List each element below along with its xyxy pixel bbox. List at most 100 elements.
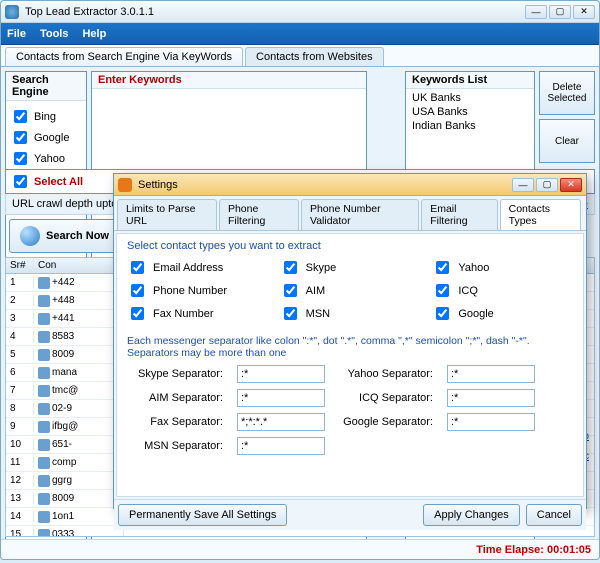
keyword-item[interactable]: UK Banks: [412, 91, 528, 105]
tab-phone-validator[interactable]: Phone Number Validator: [301, 199, 419, 230]
search-now-button[interactable]: Search Now: [9, 219, 120, 253]
elapsed-value: 00:01:05: [547, 544, 591, 556]
tab-phone-filtering[interactable]: Phone Filtering: [219, 199, 299, 230]
msn-sep-label: MSN Separator:: [127, 440, 227, 452]
ct-aim[interactable]: AIM: [280, 281, 421, 300]
ct-yahoo[interactable]: Yahoo: [432, 258, 573, 277]
cell-sr: 11: [6, 457, 34, 468]
contact-type-icon: [38, 511, 50, 523]
se-bing[interactable]: Bing: [10, 107, 82, 126]
cell-sr: 13: [6, 493, 34, 504]
icq-sep-input[interactable]: [447, 389, 535, 407]
se-yahoo-checkbox[interactable]: [14, 152, 27, 165]
maximize-button[interactable]: ▢: [549, 5, 571, 19]
ct-google[interactable]: Google: [432, 304, 573, 323]
cell-sr: 9: [6, 421, 34, 432]
tab-contacts-types[interactable]: Contacts Types: [500, 199, 581, 230]
ct-email[interactable]: Email Address: [127, 258, 268, 277]
cell-contact: ifbg@: [34, 421, 124, 433]
ct-fax[interactable]: Fax Number: [127, 304, 268, 323]
app-tabs: Contacts from Search Engine Via KeyWords…: [1, 45, 599, 67]
cell-sr: 2: [6, 295, 34, 306]
tab-limits[interactable]: Limits to Parse URL: [117, 199, 217, 230]
delete-selected-button[interactable]: Delete Selected: [539, 71, 595, 115]
status-bar: Time Elapse: 00:01:05: [1, 539, 599, 559]
msn-sep-input[interactable]: [237, 437, 325, 455]
contact-type-icon: [38, 295, 50, 307]
cell-sr: 3: [6, 313, 34, 324]
settings-icon: [118, 178, 132, 192]
ct-icq[interactable]: ICQ: [432, 281, 573, 300]
keywords-list-title: Keywords List: [406, 72, 534, 89]
crawl-label: URL crawl depth upto: [12, 198, 117, 210]
keyword-item[interactable]: USA Banks: [412, 105, 528, 119]
cell-contact: 8009: [34, 349, 124, 361]
contact-type-icon: [38, 457, 50, 469]
tab-search-engine[interactable]: Contacts from Search Engine Via KeyWords: [5, 47, 243, 66]
cell-contact: mana: [34, 367, 124, 379]
contact-type-icon: [38, 475, 50, 487]
google-sep-label: Google Separator:: [337, 416, 437, 428]
ct-msn[interactable]: MSN: [280, 304, 421, 323]
cell-sr: 10: [6, 439, 34, 450]
skype-sep-input[interactable]: [237, 365, 325, 383]
ct-skype[interactable]: Skype: [280, 258, 421, 277]
cell-contact: 8583: [34, 331, 124, 343]
separator-note: Each messenger separator like colon ":*"…: [127, 335, 573, 359]
cell-sr: 5: [6, 349, 34, 360]
cell-sr: 12: [6, 475, 34, 486]
aim-sep-input[interactable]: [237, 389, 325, 407]
cell-contact: 0333: [34, 529, 124, 538]
col-contact[interactable]: Con: [34, 258, 124, 273]
se-bing-checkbox[interactable]: [14, 110, 27, 123]
col-sr[interactable]: Sr#: [6, 258, 34, 273]
keywords-list-body[interactable]: UK Banks USA Banks Indian Banks: [406, 89, 534, 135]
cell-contact: 8009: [34, 493, 124, 505]
close-button[interactable]: ✕: [573, 5, 595, 19]
tab-websites[interactable]: Contacts from Websites: [245, 47, 384, 66]
cell-sr: 15: [6, 529, 34, 537]
contact-types-grid: Email Address Skype Yahoo Phone Number A…: [127, 258, 573, 323]
ct-phone[interactable]: Phone Number: [127, 281, 268, 300]
separators-grid: Skype Separator: Yahoo Separator: AIM Se…: [127, 365, 573, 455]
enter-keywords-title: Enter Keywords: [92, 72, 366, 89]
settings-titlebar: Settings — ▢ ✕: [114, 174, 586, 196]
settings-dialog: Settings — ▢ ✕ Limits to Parse URL Phone…: [113, 173, 587, 509]
app-icon: [5, 5, 19, 19]
google-sep-input[interactable]: [447, 413, 535, 431]
cell-contact: 651-: [34, 439, 124, 451]
yahoo-sep-input[interactable]: [447, 365, 535, 383]
tab-email-filtering[interactable]: Email Filtering: [421, 199, 497, 230]
contact-type-icon: [38, 403, 50, 415]
contact-type-icon: [38, 529, 50, 538]
cell-sr: 8: [6, 403, 34, 414]
fax-sep-input[interactable]: [237, 413, 325, 431]
contact-type-icon: [38, 349, 50, 361]
settings-close-button[interactable]: ✕: [560, 178, 582, 192]
settings-footer: Permanently Save All Settings Apply Chan…: [114, 499, 586, 530]
contact-type-icon: [38, 439, 50, 451]
settings-instruction: Select contact types you want to extract: [127, 240, 573, 252]
menu-tools[interactable]: Tools: [40, 28, 69, 40]
search-engine-title: Search Engine: [6, 72, 86, 101]
yahoo-sep-label: Yahoo Separator:: [337, 368, 437, 380]
cancel-button[interactable]: Cancel: [526, 504, 582, 526]
se-google-checkbox[interactable]: [14, 131, 27, 144]
settings-minimize-button[interactable]: —: [512, 178, 534, 192]
minimize-button[interactable]: —: [525, 5, 547, 19]
contact-type-icon: [38, 493, 50, 505]
se-yahoo[interactable]: Yahoo: [10, 149, 82, 168]
clear-button[interactable]: Clear: [539, 119, 595, 163]
select-all-checkbox[interactable]: [14, 175, 27, 188]
se-google[interactable]: Google: [10, 128, 82, 147]
menu-help[interactable]: Help: [82, 28, 106, 40]
cell-sr: 4: [6, 331, 34, 342]
settings-maximize-button[interactable]: ▢: [536, 178, 558, 192]
elapsed-label: Time Elapse:: [476, 544, 544, 556]
keyword-item[interactable]: Indian Banks: [412, 119, 528, 133]
menu-file[interactable]: File: [7, 28, 26, 40]
contact-type-icon: [38, 313, 50, 325]
perm-save-button[interactable]: Permanently Save All Settings: [118, 504, 287, 526]
apply-changes-button[interactable]: Apply Changes: [423, 504, 520, 526]
keywords-textarea[interactable]: [92, 89, 366, 159]
